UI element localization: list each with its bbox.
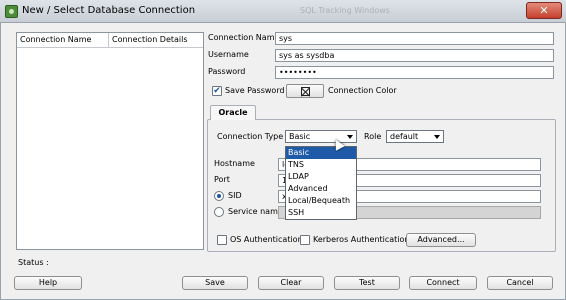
- column-divider[interactable]: [108, 33, 109, 48]
- save-password-checkbox[interactable]: ✔: [212, 86, 222, 96]
- test-button[interactable]: Test: [334, 276, 400, 290]
- sid-label: SID: [228, 191, 242, 200]
- kerberos-authentication-label: Kerberos Authentication: [313, 235, 410, 244]
- dropdown-option-advanced[interactable]: Advanced: [286, 183, 356, 195]
- role-label: Role: [364, 132, 382, 141]
- service-name-radio[interactable]: [214, 207, 224, 217]
- connection-color-label: Connection Color: [328, 86, 397, 95]
- dropdown-option-ldap[interactable]: LDAP: [286, 171, 356, 183]
- chevron-down-icon: [434, 135, 440, 139]
- chevron-down-icon: [347, 135, 353, 139]
- connection-type-dropdown-list[interactable]: Basic TNS LDAP Advanced Local/Bequeath S…: [285, 146, 357, 220]
- connection-type-select[interactable]: Basic: [285, 130, 357, 143]
- save-password-label: Save Password: [225, 86, 285, 95]
- os-authentication-label: OS Authentication: [230, 235, 303, 244]
- app-icon: [5, 5, 18, 18]
- kerberos-authentication-checkbox[interactable]: [300, 235, 310, 245]
- tab-oracle[interactable]: Oracle: [210, 105, 256, 120]
- close-button[interactable]: ✕: [526, 2, 562, 19]
- password-label: Password: [208, 67, 246, 76]
- window-title: New / Select Database Connection: [22, 5, 196, 16]
- close-icon: ✕: [539, 4, 549, 17]
- connections-table-header: Connection Name Connection Details: [17, 33, 203, 48]
- column-header-connection-name[interactable]: Connection Name: [20, 35, 91, 44]
- cancel-button[interactable]: Cancel: [487, 276, 553, 290]
- connection-color-button[interactable]: [286, 84, 324, 98]
- sid-radio[interactable]: [214, 191, 224, 201]
- connection-type-label: Connection Type: [217, 132, 284, 141]
- password-input[interactable]: ••••••••: [275, 66, 554, 79]
- clear-button[interactable]: Clear: [258, 276, 324, 290]
- help-button[interactable]: Help: [14, 276, 82, 290]
- advanced-button[interactable]: Advanced...: [406, 233, 476, 247]
- hostname-label: Hostname: [214, 159, 255, 168]
- os-authentication-checkbox[interactable]: [217, 235, 227, 245]
- connection-type-value: Basic: [289, 132, 311, 141]
- column-header-connection-details[interactable]: Connection Details: [112, 35, 188, 44]
- color-swatch-icon: [301, 87, 310, 96]
- dropdown-option-ssh[interactable]: SSH: [286, 207, 356, 219]
- port-label: Port: [214, 175, 230, 184]
- background-window-title: SQL Tracking Windows: [300, 6, 390, 15]
- save-button[interactable]: Save: [182, 276, 248, 290]
- username-label: Username: [208, 50, 249, 59]
- username-input[interactable]: sys as sysdba: [275, 49, 554, 62]
- connection-name-label: Connection Name: [208, 33, 280, 42]
- window-titlebar[interactable]: New / Select Database Connection SQL Tra…: [0, 0, 566, 23]
- role-select[interactable]: default: [386, 130, 444, 143]
- dropdown-option-local-bequeath[interactable]: Local/Bequeath: [286, 195, 356, 207]
- service-name-label: Service name: [228, 207, 283, 216]
- connection-name-input[interactable]: sys: [275, 32, 554, 45]
- role-value: default: [390, 132, 419, 141]
- connect-button[interactable]: Connect: [409, 276, 477, 290]
- connections-table[interactable]: Connection Name Connection Details: [16, 32, 204, 250]
- status-label: Status :: [18, 258, 49, 267]
- dropdown-option-basic[interactable]: Basic: [286, 147, 356, 159]
- dropdown-option-tns[interactable]: TNS: [286, 159, 356, 171]
